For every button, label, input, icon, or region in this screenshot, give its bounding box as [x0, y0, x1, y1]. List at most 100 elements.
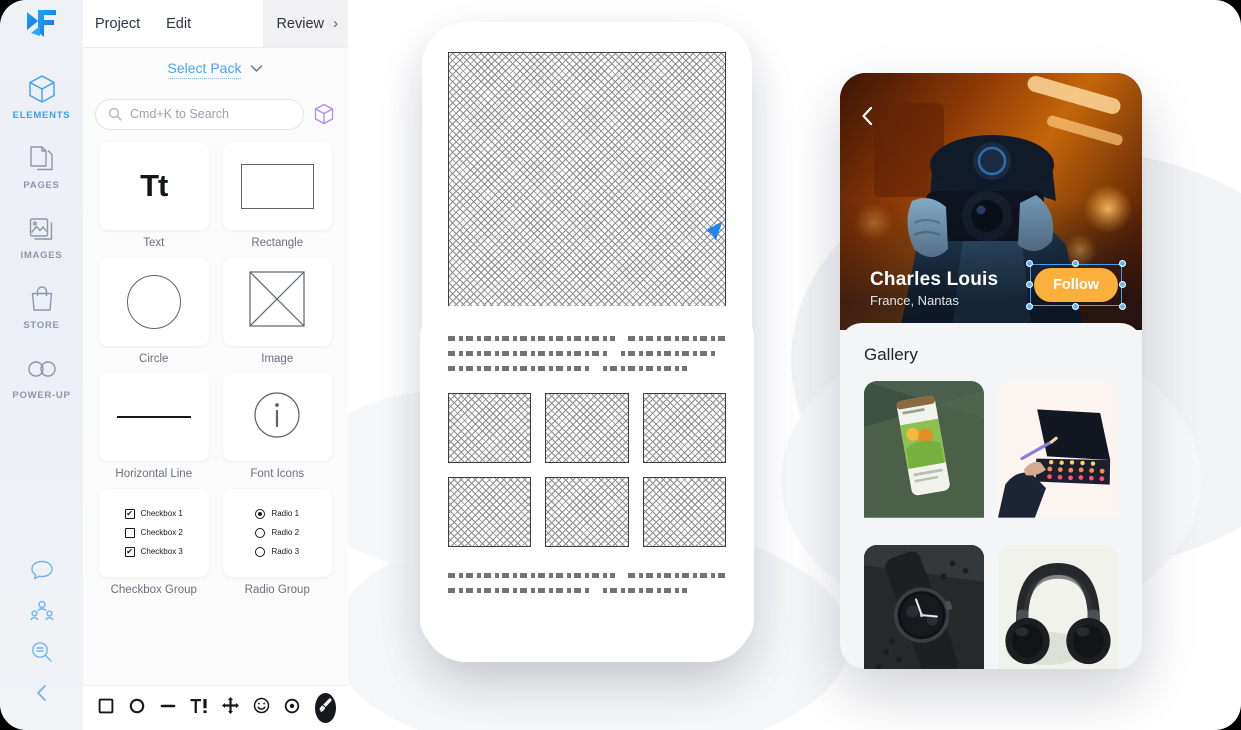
resize-handle[interactable]: [1119, 281, 1126, 288]
radio-label: Radio 2: [271, 528, 300, 538]
sidebar-item-label: ELEMENTS: [12, 110, 71, 121]
sidebar-item-store[interactable]: STORE: [0, 270, 83, 340]
chevron-left-icon: [31, 682, 53, 709]
cube-icon: [28, 71, 56, 107]
gallery-item[interactable]: [998, 545, 1118, 669]
checkbox-label: Checkbox 3: [140, 547, 183, 557]
element-grid: Tt Text Rectangle Circle Image Horizonta…: [83, 138, 348, 685]
placeholder-text-line: [448, 336, 726, 341]
brush-tool[interactable]: [315, 693, 337, 723]
grid-placeholder[interactable]: [448, 477, 532, 547]
tab-edit[interactable]: Edit: [153, 0, 204, 47]
grid-placeholder[interactable]: [642, 393, 726, 463]
list-item: Checkbox 3: [124, 546, 183, 557]
element-item-font-icons[interactable]: Font Icons: [222, 373, 332, 481]
checkbox-checked-icon: [124, 546, 135, 557]
element-item-rectangle[interactable]: Rectangle: [222, 142, 332, 250]
select-pack-row: Select Pack: [83, 48, 348, 90]
tab-review[interactable]: Review ›: [263, 0, 348, 47]
search-field[interactable]: [95, 98, 304, 130]
gallery-item[interactable]: [998, 381, 1118, 529]
checkbox-label: Checkbox 2: [140, 528, 183, 538]
laptop-palette-photo: [998, 381, 1118, 518]
gallery-section: Gallery: [840, 323, 1142, 669]
text-tool[interactable]: [190, 695, 208, 721]
square-tool-icon: [98, 698, 114, 719]
list-item: Checkbox 2: [124, 527, 183, 538]
element-item-circle[interactable]: Circle: [99, 257, 209, 366]
element-item-checkbox-group[interactable]: Checkbox 1 Checkbox 2 Checkbox 3 Checkbo…: [99, 488, 209, 597]
wireframe-mockup[interactable]: [420, 22, 754, 662]
radio-label: Radio 1: [271, 509, 300, 519]
collapse-rail-button[interactable]: [0, 675, 83, 716]
line-tool[interactable]: [159, 695, 177, 721]
radio-group-preview: Radio 1 Radio 2 Radio 3: [255, 508, 300, 557]
sidebar-item-elements[interactable]: ELEMENTS: [0, 60, 83, 130]
zoom-search-button[interactable]: [0, 634, 83, 675]
gallery-item[interactable]: [864, 381, 984, 529]
back-button[interactable]: [860, 106, 875, 131]
tab-label: Project: [95, 15, 141, 32]
text-glyph: Tt: [140, 168, 168, 203]
text-tool-icon: [190, 698, 208, 719]
placeholder-text-line: [448, 588, 688, 593]
sidebar-item-images[interactable]: IMAGES: [0, 200, 83, 270]
element-preview: [99, 257, 209, 346]
checkbox-unchecked-icon: [124, 527, 135, 538]
comments-button[interactable]: [0, 552, 83, 593]
grid-placeholder[interactable]: [545, 477, 629, 547]
element-label: Checkbox Group: [110, 583, 197, 596]
wristwatch-photo: [864, 545, 984, 669]
grid-placeholder[interactable]: [545, 393, 629, 463]
bottom-toolbar: [83, 685, 348, 730]
resize-handle[interactable]: [1072, 260, 1080, 267]
chevron-down-icon[interactable]: [250, 62, 263, 76]
cosmetic-tube-photo: [864, 381, 984, 518]
collaborators-button[interactable]: [0, 593, 83, 634]
grid-placeholder[interactable]: [642, 477, 726, 547]
placeholder-text-line: [448, 573, 726, 578]
sidebar-item-power-up[interactable]: POWER-UP: [0, 340, 83, 410]
checkbox-group-preview: Checkbox 1 Checkbox 2 Checkbox 3: [124, 508, 183, 557]
radio-selected-icon: [255, 508, 266, 519]
select-pack-button[interactable]: Select Pack: [167, 60, 242, 79]
resize-handle[interactable]: [1119, 303, 1126, 310]
profile-name: Charles Louis: [870, 269, 999, 290]
circle-shape-icon: [126, 274, 181, 329]
wireframe-footer-text: [448, 573, 726, 593]
resize-handle[interactable]: [1072, 303, 1080, 310]
gallery-item[interactable]: [864, 545, 984, 669]
move-tool[interactable]: [221, 695, 239, 721]
store-bag-icon: [28, 281, 56, 317]
wireframe-content-sheet: [420, 306, 754, 651]
info-circle-icon: [253, 391, 301, 444]
element-preview: [99, 373, 209, 462]
grid-placeholder[interactable]: [448, 393, 532, 463]
elements-panel: Project Edit Review › Select Pack Cmd+K …: [83, 0, 348, 730]
ellipse-tool[interactable]: [128, 695, 146, 721]
sidebar-item-label: POWER-UP: [12, 390, 71, 401]
rectangle-tool[interactable]: [97, 695, 115, 721]
rectangle-shape-icon: [240, 163, 314, 209]
dot-tool-icon: [284, 698, 300, 719]
pack-cube-icon[interactable]: [314, 103, 334, 125]
gallery-grid: [864, 381, 1118, 669]
element-item-text[interactable]: Tt Text: [99, 142, 209, 250]
tab-project[interactable]: Project: [83, 0, 153, 47]
radio-label: Radio 3: [271, 547, 300, 557]
resize-handle[interactable]: [1119, 260, 1126, 267]
search-input[interactable]: [130, 107, 291, 121]
element-item-radio-group[interactable]: Radio 1 Radio 2 Radio 3 Radio Group: [222, 488, 332, 597]
list-item: Radio 3: [255, 546, 300, 557]
sidebar-item-pages[interactable]: PAGES: [0, 130, 83, 200]
search-icon: [108, 107, 122, 121]
mockflow-logo-icon: [26, 10, 56, 37]
element-item-horizontal-line[interactable]: Horizontal Line: [99, 373, 209, 481]
images-icon: [28, 211, 56, 247]
app-logo[interactable]: [0, 0, 83, 48]
element-label: Radio Group: [244, 583, 310, 596]
left-rail: ELEMENTS PAGES IMAGES STORE POWER-UP: [0, 0, 83, 730]
element-item-image[interactable]: Image: [222, 257, 332, 366]
point-tool[interactable]: [283, 695, 301, 721]
sticker-tool[interactable]: [252, 695, 270, 721]
